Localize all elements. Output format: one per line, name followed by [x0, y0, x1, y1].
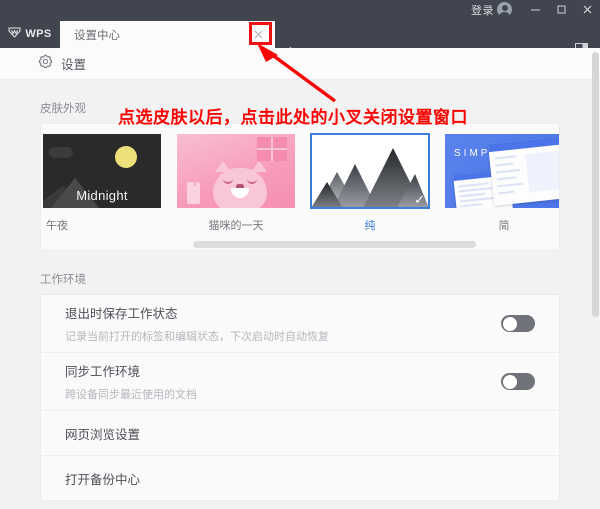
tab-settings-center[interactable]: 设置中心	[60, 21, 275, 48]
user-avatar-icon[interactable]	[497, 2, 512, 19]
row-title: 同步工作环境	[65, 365, 141, 379]
skin-thumbnail	[177, 134, 295, 208]
wps-mark-icon	[8, 27, 21, 41]
skin-thumb-text: Midnight	[76, 188, 128, 203]
login-label[interactable]: 登录	[471, 2, 497, 18]
skin-label: 简	[498, 220, 510, 232]
toggle-knob	[502, 316, 517, 331]
page-title: 设置	[61, 58, 87, 72]
skin-card-cat[interactable]: 猫咪的一天	[177, 134, 295, 233]
row-text: 打开备份中心	[65, 469, 535, 488]
row-title: 打开备份中心	[65, 472, 141, 487]
setting-row-web-browse[interactable]: 网页浏览设置	[41, 411, 559, 456]
skin-thumbnail: Midnight	[43, 134, 161, 208]
skin-card-midnight[interactable]: Midnight 午夜	[43, 134, 161, 233]
skin-label: 纯	[364, 220, 376, 232]
settings-header: 设置	[0, 48, 600, 80]
skin-card-simple[interactable]: SIMPLE 简	[445, 134, 559, 233]
toggle-sync-workspace[interactable]	[501, 373, 535, 390]
toggle-knob	[502, 374, 517, 389]
scrollbar-thumb[interactable]	[193, 241, 476, 248]
workspace-section-label: 工作环境	[40, 274, 86, 286]
row-text: 同步工作环境 跨设备同步最近使用的文档	[65, 361, 501, 402]
window-title-bar: 登录	[0, 0, 600, 19]
workspace-panel: 退出时保存工作状态 记录当前打开的标签和编辑状态，下次启动时自动恢复 同步工作环…	[40, 294, 560, 501]
row-subtitle: 跨设备同步最近使用的文档	[65, 389, 197, 401]
setting-row-save-state[interactable]: 退出时保存工作状态 记录当前打开的标签和编辑状态，下次启动时自动恢复	[41, 295, 559, 353]
annotation-text: 点选皮肤以后，点击此处的小叉关闭设置窗口	[118, 108, 468, 127]
minimize-button[interactable]	[522, 0, 548, 19]
tab-close-button[interactable]	[247, 24, 269, 46]
tab-label: 设置中心	[74, 29, 120, 42]
row-text: 退出时保存工作状态 记录当前打开的标签和编辑状态，下次启动时自动恢复	[65, 303, 501, 344]
skin-label: 猫咪的一天	[208, 220, 264, 232]
row-subtitle: 记录当前打开的标签和编辑状态，下次启动时自动恢复	[65, 331, 329, 343]
skin-thumbnail: ✓	[310, 133, 430, 209]
row-title: 网页浏览设置	[65, 427, 141, 442]
skin-label: 午夜	[46, 220, 68, 232]
wps-logo-text: WPS	[25, 27, 52, 40]
skins-panel: Midnight 午夜 猫咪的一天 ✓ 纯 SIMPLE 简	[40, 123, 560, 251]
toggle-save-work-state[interactable]	[501, 315, 535, 332]
setting-row-sync-workspace[interactable]: 同步工作环境 跨设备同步最近使用的文档	[41, 353, 559, 411]
close-button[interactable]	[574, 0, 600, 19]
content-vertical-scrollbar[interactable]	[591, 48, 600, 509]
skins-horizontal-scrollbar[interactable]	[41, 240, 559, 250]
maximize-button[interactable]	[548, 0, 574, 19]
check-icon: ✓	[414, 192, 425, 207]
wps-logo[interactable]: WPS	[0, 19, 60, 48]
window-controls: 登录	[471, 0, 600, 19]
gear-icon	[38, 54, 53, 74]
row-title: 退出时保存工作状态	[65, 307, 178, 321]
skin-card-pure[interactable]: ✓ 纯	[310, 133, 430, 233]
row-text: 网页浏览设置	[65, 424, 535, 443]
scrollbar-thumb[interactable]	[592, 52, 599, 317]
skin-thumbnail: SIMPLE	[445, 134, 559, 208]
skins-scroll-area[interactable]: Midnight 午夜 猫咪的一天 ✓ 纯 SIMPLE 简	[41, 124, 559, 250]
setting-row-backup-center[interactable]: 打开备份中心	[41, 456, 559, 500]
tab-bar: WPS 设置中心	[0, 19, 600, 58]
